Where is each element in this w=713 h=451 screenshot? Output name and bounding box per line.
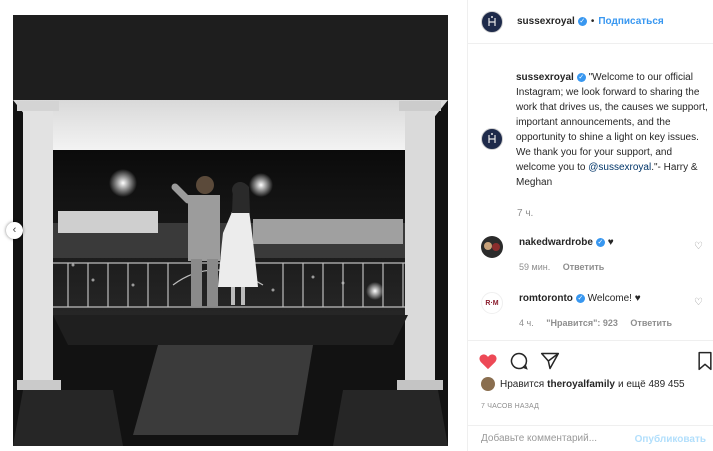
header-username[interactable]: sussexroyal (517, 16, 575, 27)
verified-icon: ✓ (575, 293, 585, 303)
avatar[interactable] (481, 10, 503, 33)
comment-input[interactable] (481, 433, 631, 444)
comment-username[interactable]: nakedwardrobe (519, 237, 593, 248)
comment-text: ♥ (607, 237, 614, 248)
photo-pane: ‹ (0, 0, 467, 451)
comment-avatar[interactable]: R·M (481, 292, 503, 314)
add-comment-bar: Опубликовать (468, 425, 713, 451)
carousel-prev-button[interactable]: ‹ (6, 222, 23, 239)
comment-text: Welcome! ♥ (587, 293, 641, 304)
comment-item: nakedwardrobe ✓ ♥ 59 мин. Ответить ♡ (481, 236, 711, 274)
comment-likes[interactable]: "Нравится": 923 (546, 318, 618, 328)
posted-time[interactable]: 7 ЧАСОВ НАЗАД (481, 403, 539, 410)
liker-username[interactable]: theroyalfamily (547, 379, 615, 390)
comment-meta: 4 ч. "Нравится": 923 Ответить (519, 316, 691, 330)
likes-summary: Нравится theroyalfamily и ещё 489 455 (481, 377, 685, 391)
reply-button[interactable]: Ответить (630, 318, 672, 328)
photo-image (13, 15, 448, 446)
avatar-image (481, 236, 503, 258)
comment-avatar[interactable] (481, 236, 503, 258)
comment-time[interactable]: 4 ч. (519, 318, 534, 328)
caption-username[interactable]: sussexroyal (516, 72, 574, 83)
bookmark-icon (698, 351, 712, 371)
share-button[interactable] (539, 350, 561, 372)
comment-like-icon[interactable]: ♡ (694, 297, 703, 308)
comment-meta: 59 мин. Ответить (519, 260, 691, 274)
verified-icon: ✓ (576, 72, 586, 82)
crest-icon (488, 15, 496, 26)
comment-body: nakedwardrobe ✓ ♥ 59 мин. Ответить (519, 236, 691, 274)
separator-dot: • (590, 16, 595, 27)
reply-button[interactable]: Ответить (563, 262, 605, 272)
caption-avatar[interactable] (481, 128, 503, 150)
verified-icon: ✓ (595, 237, 605, 247)
follow-button[interactable]: Подписаться (598, 16, 663, 27)
post-sidebar: sussexroyal ✓ • Подписаться sussexroyal ✓… (467, 0, 713, 451)
comment-icon (510, 352, 528, 370)
comment-button[interactable] (508, 350, 530, 372)
likes-count[interactable]: и ещё 489 455 (618, 379, 685, 390)
crest-icon (488, 133, 496, 143)
post-header: sussexroyal ✓ • Подписаться (468, 0, 713, 44)
verified-icon: ✓ (577, 17, 587, 26)
save-button[interactable] (694, 350, 713, 372)
liker-avatar[interactable] (481, 377, 495, 391)
caption-time[interactable]: 7 ч. (517, 208, 533, 219)
caption: sussexroyal ✓ "Welcome to our official In… (481, 70, 709, 219)
caption-mention-link[interactable]: @sussexroyal (588, 162, 651, 173)
comment-time[interactable]: 59 мин. (519, 262, 550, 272)
chevron-left-icon: ‹ (12, 224, 17, 236)
comment-item: R·M romtoronto ✓ Welcome! ♥ 4 ч. "Нравитс… (481, 292, 711, 330)
comment-username[interactable]: romtoronto (519, 293, 573, 304)
caption-body: "Welcome to our official Instagram; we l… (516, 72, 708, 173)
post-photo[interactable] (13, 15, 448, 446)
likes-prefix: Нравится (500, 378, 545, 390)
share-icon (540, 352, 560, 370)
publish-button[interactable]: Опубликовать (635, 434, 706, 445)
caption-text: sussexroyal ✓ "Welcome to our official In… (516, 70, 708, 190)
like-button[interactable] (477, 350, 499, 372)
romtoronto-logo: R·M (485, 299, 499, 307)
comment-body: romtoronto ✓ Welcome! ♥ 4 ч. "Нравится": … (519, 292, 691, 330)
comment-like-icon[interactable]: ♡ (694, 241, 703, 252)
heart-icon (479, 354, 497, 370)
